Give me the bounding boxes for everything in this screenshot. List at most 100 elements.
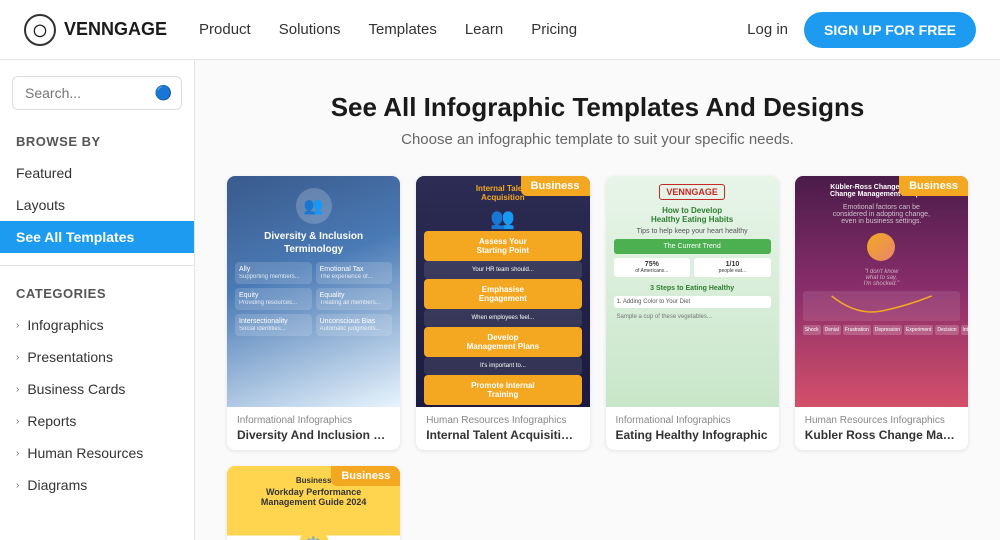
grid-item-equality: EqualityTreating all members... bbox=[316, 288, 393, 310]
sidebar-cat-infographics[interactable]: › Infographics bbox=[0, 309, 194, 341]
template-card-kubler[interactable]: Business Kübler-Ross Change Curve forCha… bbox=[795, 176, 968, 450]
main-layout: 🔵 BROWSE BY Featured Layouts See All Tem… bbox=[0, 60, 1000, 540]
chevron-right-icon: › bbox=[16, 448, 19, 459]
thumb-kubler: Kübler-Ross Change Curve forChange Manag… bbox=[795, 176, 968, 407]
card-info-eating: Informational Infographics Eating Health… bbox=[606, 407, 779, 450]
card-info-talent: Human Resources Infographics Internal Ta… bbox=[416, 407, 589, 450]
eat-stats: 75%of Americans... 1/10people eat... bbox=[614, 258, 771, 277]
template-card-talent[interactable]: Business Internal TalentAcquisition 👥 As… bbox=[416, 176, 589, 450]
cat-label-presentations: Presentations bbox=[27, 349, 113, 365]
chevron-right-icon: › bbox=[16, 480, 19, 491]
kubler-stages: Shock Denial Frustration Depression Expe… bbox=[803, 325, 960, 335]
talent-section-2: Your HR team should... bbox=[424, 261, 581, 279]
stage-denial: Denial bbox=[823, 325, 841, 335]
sidebar-divider bbox=[0, 265, 194, 266]
kubler-chart bbox=[803, 291, 960, 321]
nav-solutions[interactable]: Solutions bbox=[279, 21, 341, 38]
card-thumb-eating: VENNGAGE How to DevelopHealthy Eating Ha… bbox=[606, 176, 779, 407]
stage-shock: Shock bbox=[803, 325, 821, 335]
stage-decision: Decision bbox=[935, 325, 958, 335]
chevron-right-icon: › bbox=[16, 384, 19, 395]
thumb-eating: VENNGAGE How to DevelopHealthy Eating Ha… bbox=[606, 176, 779, 407]
card-thumb-diversity: 👥 Diversity & InclusionTerminology AllyS… bbox=[227, 176, 400, 407]
thumb-diversity: 👥 Diversity & InclusionTerminology AllyS… bbox=[227, 176, 400, 407]
talent-section-5: DevelopManagement Plans bbox=[424, 327, 581, 357]
sidebar-item-featured[interactable]: Featured bbox=[0, 157, 194, 189]
signup-button[interactable]: SIGN UP FOR FREE bbox=[804, 12, 976, 48]
page-title: See All Infographic Templates And Design… bbox=[227, 92, 968, 123]
stage-depression: Depression bbox=[873, 325, 902, 335]
cat-label-human-resources: Human Resources bbox=[27, 445, 143, 461]
nav-templates[interactable]: Templates bbox=[368, 21, 436, 38]
talent-section-7: Promote InternalTraining bbox=[424, 375, 581, 405]
cat-label-reports: Reports bbox=[27, 413, 76, 429]
stage-frustration: Frustration bbox=[843, 325, 871, 335]
template-card-eating[interactable]: VENNGAGE How to DevelopHealthy Eating Ha… bbox=[606, 176, 779, 450]
sidebar-cat-business-cards[interactable]: › Business Cards bbox=[0, 373, 194, 405]
logo-text: VENNGAGE bbox=[64, 19, 167, 40]
stat-75: 75%of Americans... bbox=[614, 258, 691, 277]
kubler-person-icon bbox=[867, 233, 895, 261]
card-name-eating: Eating Healthy Infographic bbox=[616, 428, 769, 442]
search-container: 🔵 bbox=[12, 76, 182, 110]
eat-trend-section: The Current Trend bbox=[614, 239, 771, 254]
card-info-diversity: Informational Infographics Diversity And… bbox=[227, 407, 400, 450]
sidebar-cat-diagrams[interactable]: › Diagrams bbox=[0, 469, 194, 501]
diversity-grid: AllySupporting members... Emotional TaxT… bbox=[235, 262, 392, 336]
login-button[interactable]: Log in bbox=[747, 21, 788, 38]
grid-item-emotional: Emotional TaxThe experience of... bbox=[316, 262, 393, 284]
logo[interactable]: ◯ VENNGAGE bbox=[24, 14, 167, 46]
chevron-right-icon: › bbox=[16, 352, 19, 363]
talent-section-4: When employees feel... bbox=[424, 309, 581, 327]
diversity-title: Diversity & InclusionTerminology bbox=[264, 230, 363, 256]
logo-icon: ◯ bbox=[24, 14, 56, 46]
card-badge-workday: Business bbox=[331, 466, 400, 486]
nav: Product Solutions Templates Learn Pricin… bbox=[199, 21, 715, 38]
sidebar-cat-presentations[interactable]: › Presentations bbox=[0, 341, 194, 373]
search-icon: 🔵 bbox=[155, 85, 172, 102]
card-category-diversity: Informational Infographics bbox=[237, 415, 390, 426]
sidebar-cat-reports[interactable]: › Reports bbox=[0, 405, 194, 437]
browse-by-title: BROWSE BY bbox=[0, 126, 194, 157]
card-category-talent: Human Resources Infographics bbox=[426, 415, 579, 426]
grid-item-intersectionality: IntersectionalitySocial identities... bbox=[235, 314, 312, 336]
stat-1in10: 1/10people eat... bbox=[694, 258, 771, 277]
card-badge-kubler: Business bbox=[899, 176, 968, 196]
sidebar: 🔵 BROWSE BY Featured Layouts See All Tem… bbox=[0, 60, 195, 540]
page-subtitle: Choose an infographic template to suit y… bbox=[227, 131, 968, 148]
card-name-diversity: Diversity And Inclusion Term... bbox=[237, 428, 390, 442]
card-thumb-talent: Internal TalentAcquisition 👥 Assess Your… bbox=[416, 176, 589, 407]
grid-item-equity: EquityProviding resources... bbox=[235, 288, 312, 310]
card-name-talent: Internal Talent Acquisition I... bbox=[426, 428, 579, 442]
sidebar-item-layouts[interactable]: Layouts bbox=[0, 189, 194, 221]
card-thumb-kubler: Kübler-Ross Change Curve forChange Manag… bbox=[795, 176, 968, 407]
card-info-kubler: Human Resources Infographics Kubler Ross… bbox=[795, 407, 968, 450]
template-card-diversity[interactable]: 👥 Diversity & InclusionTerminology AllyS… bbox=[227, 176, 400, 450]
chevron-right-icon: › bbox=[16, 416, 19, 427]
stage-experiment: Experiment bbox=[904, 325, 933, 335]
cat-label-infographics: Infographics bbox=[27, 317, 103, 333]
talent-section-3: EmphasiseEngagement bbox=[424, 279, 581, 309]
talent-section-1: Assess YourStarting Point bbox=[424, 231, 581, 261]
stage-integration: Integration bbox=[961, 325, 968, 335]
cat-label-diagrams: Diagrams bbox=[27, 477, 87, 493]
nav-product[interactable]: Product bbox=[199, 21, 251, 38]
cat-label-business-cards: Business Cards bbox=[27, 381, 125, 397]
header-right: Log in SIGN UP FOR FREE bbox=[747, 12, 976, 48]
sidebar-cat-human-resources[interactable]: › Human Resources bbox=[0, 437, 194, 469]
content-header: See All Infographic Templates And Design… bbox=[227, 92, 968, 148]
sidebar-item-see-all[interactable]: See All Templates bbox=[0, 221, 194, 253]
nav-pricing[interactable]: Pricing bbox=[531, 21, 577, 38]
content: See All Infographic Templates And Design… bbox=[195, 60, 1000, 540]
header: ◯ VENNGAGE Product Solutions Templates L… bbox=[0, 0, 1000, 60]
thumb-talent: Internal TalentAcquisition 👥 Assess Your… bbox=[416, 176, 589, 407]
chevron-right-icon: › bbox=[16, 320, 19, 331]
categories-title: CATEGORIES bbox=[0, 278, 194, 309]
workday-icon: ⚙️ bbox=[299, 529, 329, 540]
talent-section-6: It's important to... bbox=[424, 357, 581, 375]
card-category-kubler: Human Resources Infographics bbox=[805, 415, 958, 426]
eat-title: How to DevelopHealthy Eating Habits bbox=[651, 206, 733, 224]
card-badge-talent: Business bbox=[521, 176, 590, 196]
template-card-workday[interactable]: Business Business Workday PerformanceMan… bbox=[227, 466, 400, 540]
nav-learn[interactable]: Learn bbox=[465, 21, 503, 38]
